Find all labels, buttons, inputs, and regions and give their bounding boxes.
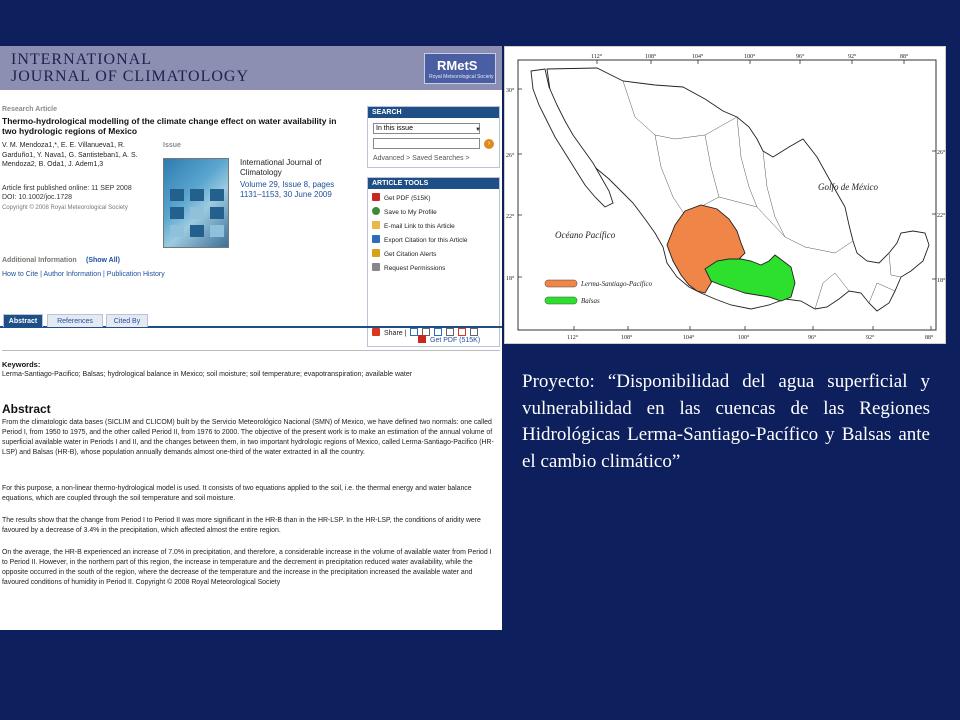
export-icon — [372, 235, 380, 243]
lon-bottom-label: 108° — [621, 334, 633, 341]
bell-icon — [372, 249, 380, 257]
copyright-note: Copyright © 2008 Royal Meteorological So… — [2, 205, 128, 211]
tab-references[interactable]: References — [47, 314, 103, 327]
project-caption: Proyecto: “Disponibilidad del agua super… — [522, 371, 930, 472]
lon-top-label: 100° — [744, 53, 756, 60]
lat-right-label: 22° — [937, 212, 946, 219]
abstract-paragraph: From the climatologic data bases (SICLIM… — [2, 419, 494, 456]
pdf-icon — [418, 335, 426, 343]
lon-top-label: 92° — [848, 53, 857, 60]
legend-label-balsas: Balsas — [581, 297, 600, 305]
divider — [2, 350, 500, 351]
lon-top-label: 88° — [900, 53, 909, 60]
pdf-icon — [372, 193, 380, 201]
issue-journal-name[interactable]: International Journal of Climatology — [240, 158, 350, 177]
mexico-hydrologic-regions-map: 112° 108° 104° 100° 96° 92° 88° 112° 108… — [504, 46, 946, 344]
journal-title-line1: INTERNATIONAL — [11, 51, 152, 68]
lon-top-label: 104° — [692, 53, 704, 60]
tool-export-citation[interactable]: Export Citation for this Article — [372, 235, 467, 245]
abstract-paragraph: On the average, the HR-B experienced an … — [2, 549, 492, 586]
share-plus-icon[interactable] — [372, 328, 380, 336]
legend-label-lsp: Lerma-Santiago-Pacífico — [580, 280, 653, 288]
lat-left-label: 30° — [506, 87, 515, 94]
tab-cited-by[interactable]: Cited By — [106, 314, 148, 327]
lon-bottom-label: 104° — [683, 334, 695, 341]
rmets-logo[interactable]: RMetS Royal Meteorological Society — [424, 53, 496, 84]
publication-date: Article first published online: 11 SEP 2… — [2, 185, 132, 192]
search-scope-select[interactable]: In this issue ▼ — [373, 123, 481, 134]
tool-email-link[interactable]: E-mail Link to this Article — [372, 221, 455, 231]
lat-right-label: 18° — [937, 277, 946, 284]
pacific-ocean-label: Océano Pacífico — [555, 230, 616, 240]
lon-bottom-label: 100° — [738, 334, 750, 341]
permissions-icon — [372, 263, 380, 271]
abstract-heading: Abstract — [2, 402, 51, 416]
journal-header: INTERNATIONAL JOURNAL OF CLIMATOLOGY RMe… — [0, 46, 502, 90]
logo-subtitle: Royal Meteorological Society — [429, 74, 494, 80]
share-label[interactable]: Share | — [384, 330, 406, 337]
tool-save-profile[interactable]: Save to My Profile — [372, 207, 437, 217]
show-all-link[interactable]: (Show All) — [86, 256, 120, 265]
abstract-paragraph: For this purpose, a non-linear thermo-hy… — [2, 485, 472, 502]
plus-icon — [372, 207, 380, 215]
logo-text: RMetS — [437, 58, 478, 73]
map-svg: 112° 108° 104° 100° 96° 92° 88° 112° 108… — [506, 53, 946, 341]
advanced-search-links[interactable]: Advanced > Saved Searches > — [373, 154, 470, 163]
lon-bottom-label: 96° — [808, 334, 817, 341]
lat-right-label: 26° — [937, 149, 946, 156]
additional-information-label: Additional Information — [2, 257, 77, 264]
issue-volume-link[interactable]: Volume 29, Issue 8, pages 1131–1153, 30 … — [240, 180, 350, 199]
legend-swatch-balsas — [544, 296, 578, 305]
article-authors[interactable]: V. M. Mendoza1,*, E. E. Villanueva1, R. … — [2, 141, 157, 170]
lon-bottom-label: 92° — [866, 334, 875, 341]
lon-bottom-label: 112° — [567, 334, 579, 341]
gulf-of-mexico-label: Golfo de México — [818, 182, 878, 192]
search-scope-value: In this issue — [376, 125, 413, 132]
lon-top-label: 108° — [645, 53, 657, 60]
journal-title-line2: JOURNAL OF CLIMATOLOGY — [11, 68, 250, 85]
lat-left-label: 26° — [506, 152, 515, 159]
issue-label: Issue — [163, 142, 181, 149]
search-panel: SEARCH In this issue ▼ › Advanced > Save… — [367, 106, 500, 168]
article-title: Thermo-hydrological modelling of the cli… — [2, 116, 337, 136]
lat-left-label: 22° — [506, 213, 515, 220]
search-input[interactable] — [373, 138, 480, 149]
tool-label: Export Citation for this Article — [384, 237, 468, 244]
tool-request-permissions[interactable]: Request Permissions — [372, 263, 445, 273]
get-pdf-link[interactable]: Get PDF (515K) — [418, 335, 480, 344]
doi: DOI: 10.1002/joc.1728 — [2, 194, 73, 201]
get-pdf-label: Get PDF (515K) — [430, 337, 481, 344]
keywords-list[interactable]: Lerma-Santiago-Pacifico; Balsas; hydrolo… — [2, 370, 472, 380]
tool-citation-alerts[interactable]: Get Citation Alerts — [372, 249, 436, 259]
tool-label: Request Permissions — [384, 265, 446, 272]
search-go-button[interactable]: › — [484, 139, 494, 149]
journal-article-screenshot: INTERNATIONAL JOURNAL OF CLIMATOLOGY RMe… — [0, 46, 502, 630]
search-heading: SEARCH — [368, 107, 499, 118]
research-article-label: Research Article — [2, 106, 57, 113]
article-info-links[interactable]: How to Cite | Author Information | Publi… — [2, 270, 165, 279]
tool-get-pdf[interactable]: Get PDF (515K) — [372, 193, 431, 203]
article-tools-heading: ARTICLE TOOLS — [368, 178, 499, 189]
journal-cover-image[interactable] — [163, 158, 229, 248]
tool-label: Save to My Profile — [384, 209, 437, 216]
tool-label: Get PDF (515K) — [384, 195, 431, 202]
abstract-paragraph: The results show that the change from Pe… — [2, 517, 481, 534]
tool-label: Get Citation Alerts — [384, 251, 437, 258]
lon-top-label: 112° — [591, 53, 603, 60]
lat-left-label: 18° — [506, 275, 515, 282]
legend-swatch-lsp — [544, 279, 578, 288]
lon-bottom-label: 88° — [925, 334, 934, 341]
chevron-down-icon: ▼ — [475, 127, 481, 133]
tool-label: E-mail Link to this Article — [384, 223, 455, 230]
keywords-label: Keywords: — [2, 360, 41, 369]
envelope-icon — [372, 221, 380, 229]
lon-top-label: 96° — [796, 53, 805, 60]
article-tabs: Abstract References Cited By — [0, 314, 502, 328]
tab-abstract[interactable]: Abstract — [3, 314, 43, 327]
